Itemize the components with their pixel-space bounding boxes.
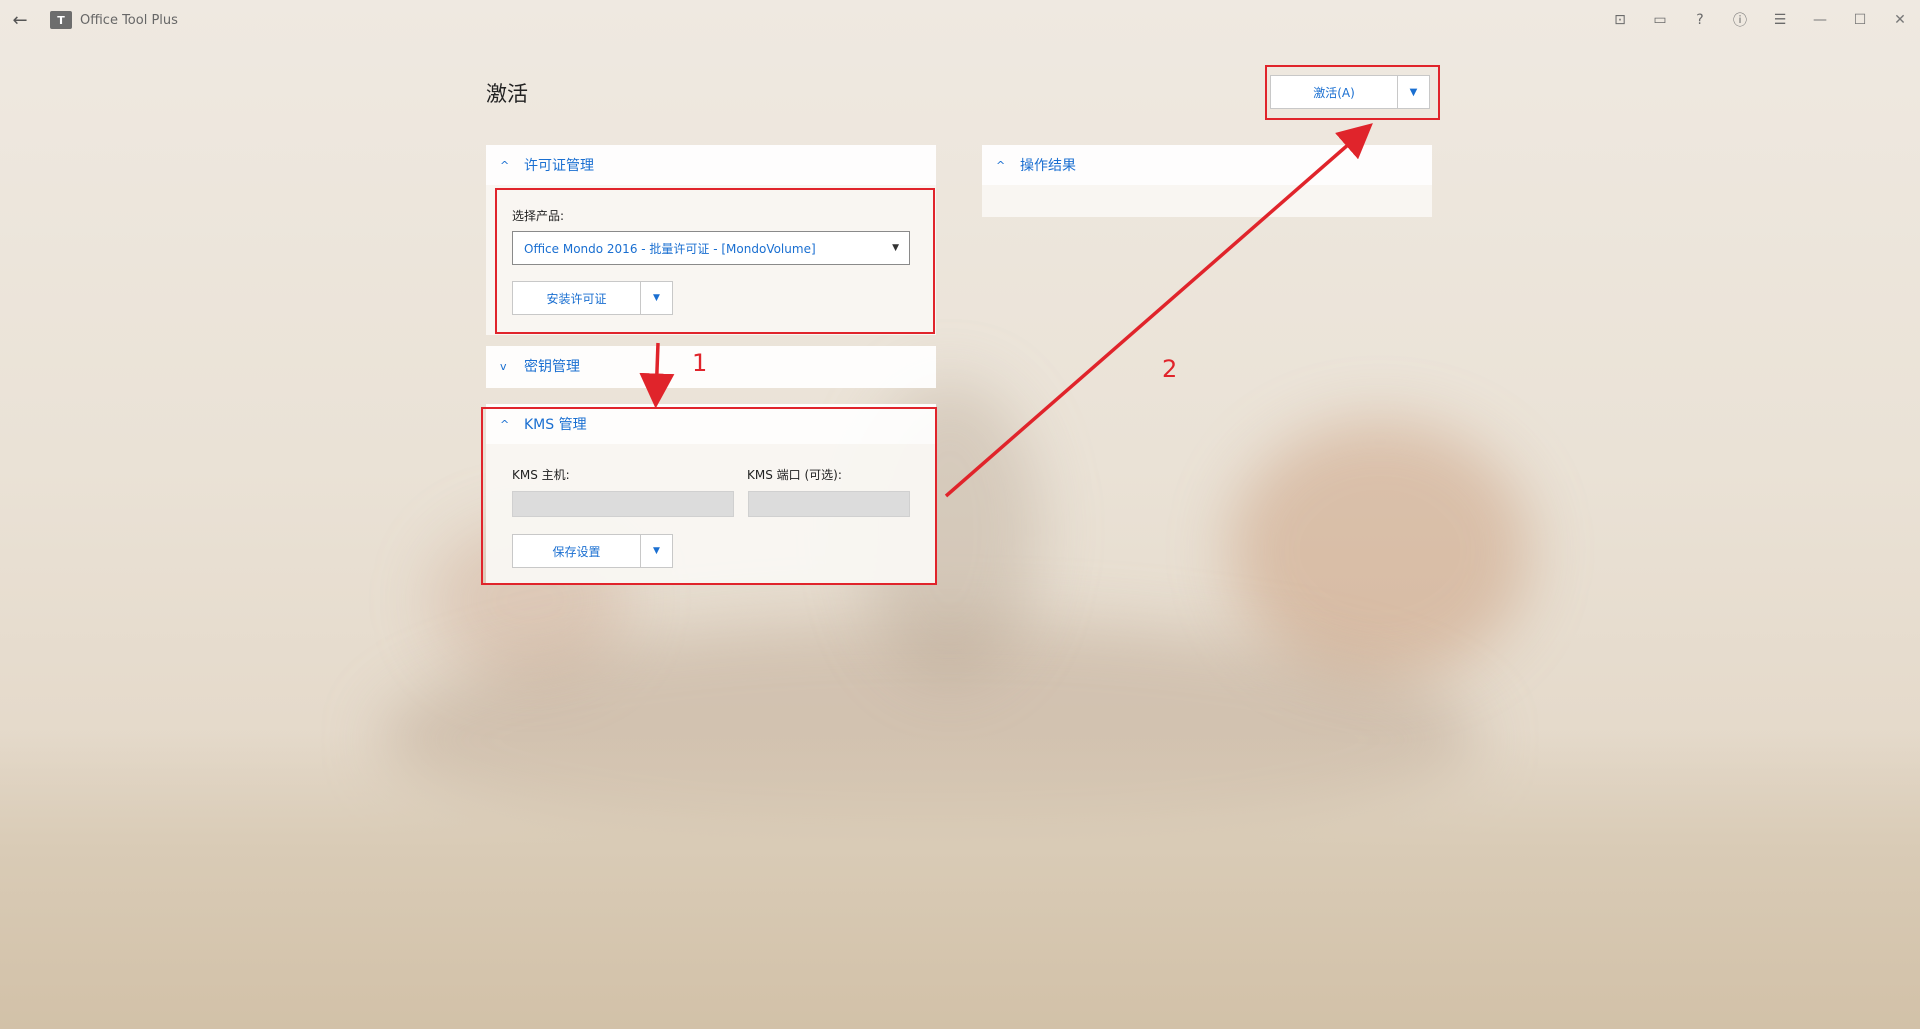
annotation-step-2: 2 bbox=[1162, 355, 1178, 383]
chevron-up-icon: ^ bbox=[996, 158, 1006, 172]
save-settings-button[interactable]: 保存设置 bbox=[512, 534, 641, 568]
install-license-button[interactable]: 安装许可证 bbox=[512, 281, 641, 315]
kms-panel-header[interactable]: ^ KMS 管理 bbox=[486, 404, 936, 444]
back-arrow-icon[interactable]: ← bbox=[0, 0, 40, 40]
app-logo: T bbox=[50, 11, 72, 29]
feedback-icon[interactable]: ▭ bbox=[1640, 0, 1680, 40]
kms-port-input[interactable] bbox=[748, 491, 910, 517]
activate-dropdown-button[interactable]: ▼ bbox=[1398, 75, 1430, 109]
app-title: Office Tool Plus bbox=[80, 12, 178, 28]
page-title: 激活 bbox=[486, 82, 528, 106]
terminal-icon[interactable]: ⊡ bbox=[1600, 0, 1640, 40]
chevron-down-icon: ▼ bbox=[653, 293, 660, 303]
titlebar-tools: ⊡ ▭ ? ⓘ ☰ — ☐ ✕ bbox=[1600, 0, 1920, 40]
close-button[interactable]: ✕ bbox=[1880, 0, 1920, 40]
activate-split-button: 激活(A) ▼ bbox=[1270, 75, 1430, 109]
kms-panel-title: KMS 管理 bbox=[524, 417, 587, 433]
chevron-up-icon: ^ bbox=[500, 417, 510, 431]
chevron-up-icon: ^ bbox=[500, 158, 510, 172]
result-panel-title: 操作结果 bbox=[1020, 158, 1076, 174]
info-icon[interactable]: ⓘ bbox=[1720, 0, 1760, 40]
result-panel-header[interactable]: ^ 操作结果 bbox=[982, 145, 1432, 185]
license-panel-header[interactable]: ^ 许可证管理 bbox=[486, 145, 936, 185]
result-panel: ^ 操作结果 bbox=[982, 145, 1432, 217]
product-select[interactable]: Office Mondo 2016 - 批量许可证 - [MondoVolume… bbox=[512, 231, 910, 265]
minimize-button[interactable]: — bbox=[1800, 0, 1840, 40]
license-panel: ^ 许可证管理 选择产品: Office Mondo 2016 - 批量许可证 … bbox=[486, 145, 936, 335]
annotation-step-1: 1 bbox=[692, 349, 708, 377]
chevron-down-icon: ▼ bbox=[1409, 86, 1418, 98]
key-panel: v 密钥管理 bbox=[486, 346, 936, 388]
kms-host-label: KMS 主机: bbox=[512, 468, 570, 482]
title-bar: ← T Office Tool Plus ⊡ ▭ ? ⓘ ☰ — ☐ ✕ bbox=[0, 0, 1920, 40]
save-settings-dropdown-button[interactable]: ▼ bbox=[640, 534, 673, 568]
activate-button[interactable]: 激活(A) bbox=[1270, 75, 1398, 109]
kms-port-label: KMS 端口 (可选): bbox=[747, 468, 842, 482]
key-panel-title: 密钥管理 bbox=[524, 359, 580, 375]
kms-host-input[interactable] bbox=[512, 491, 734, 517]
help-icon[interactable]: ? bbox=[1680, 0, 1720, 40]
license-panel-title: 许可证管理 bbox=[524, 158, 594, 174]
settings-sliders-icon[interactable]: ☰ bbox=[1760, 0, 1800, 40]
background-image bbox=[0, 0, 1920, 1029]
chevron-down-icon: ▼ bbox=[892, 243, 899, 253]
product-select-value: Office Mondo 2016 - 批量许可证 - [MondoVolume… bbox=[524, 241, 816, 256]
chevron-down-icon: v bbox=[500, 359, 507, 373]
key-panel-header[interactable]: v 密钥管理 bbox=[486, 346, 936, 386]
chevron-down-icon: ▼ bbox=[653, 546, 660, 556]
kms-panel: ^ KMS 管理 KMS 主机: KMS 端口 (可选): 保存设置 ▼ bbox=[486, 404, 936, 584]
install-license-dropdown-button[interactable]: ▼ bbox=[640, 281, 673, 315]
product-label: 选择产品: bbox=[512, 209, 565, 223]
maximize-button[interactable]: ☐ bbox=[1840, 0, 1880, 40]
